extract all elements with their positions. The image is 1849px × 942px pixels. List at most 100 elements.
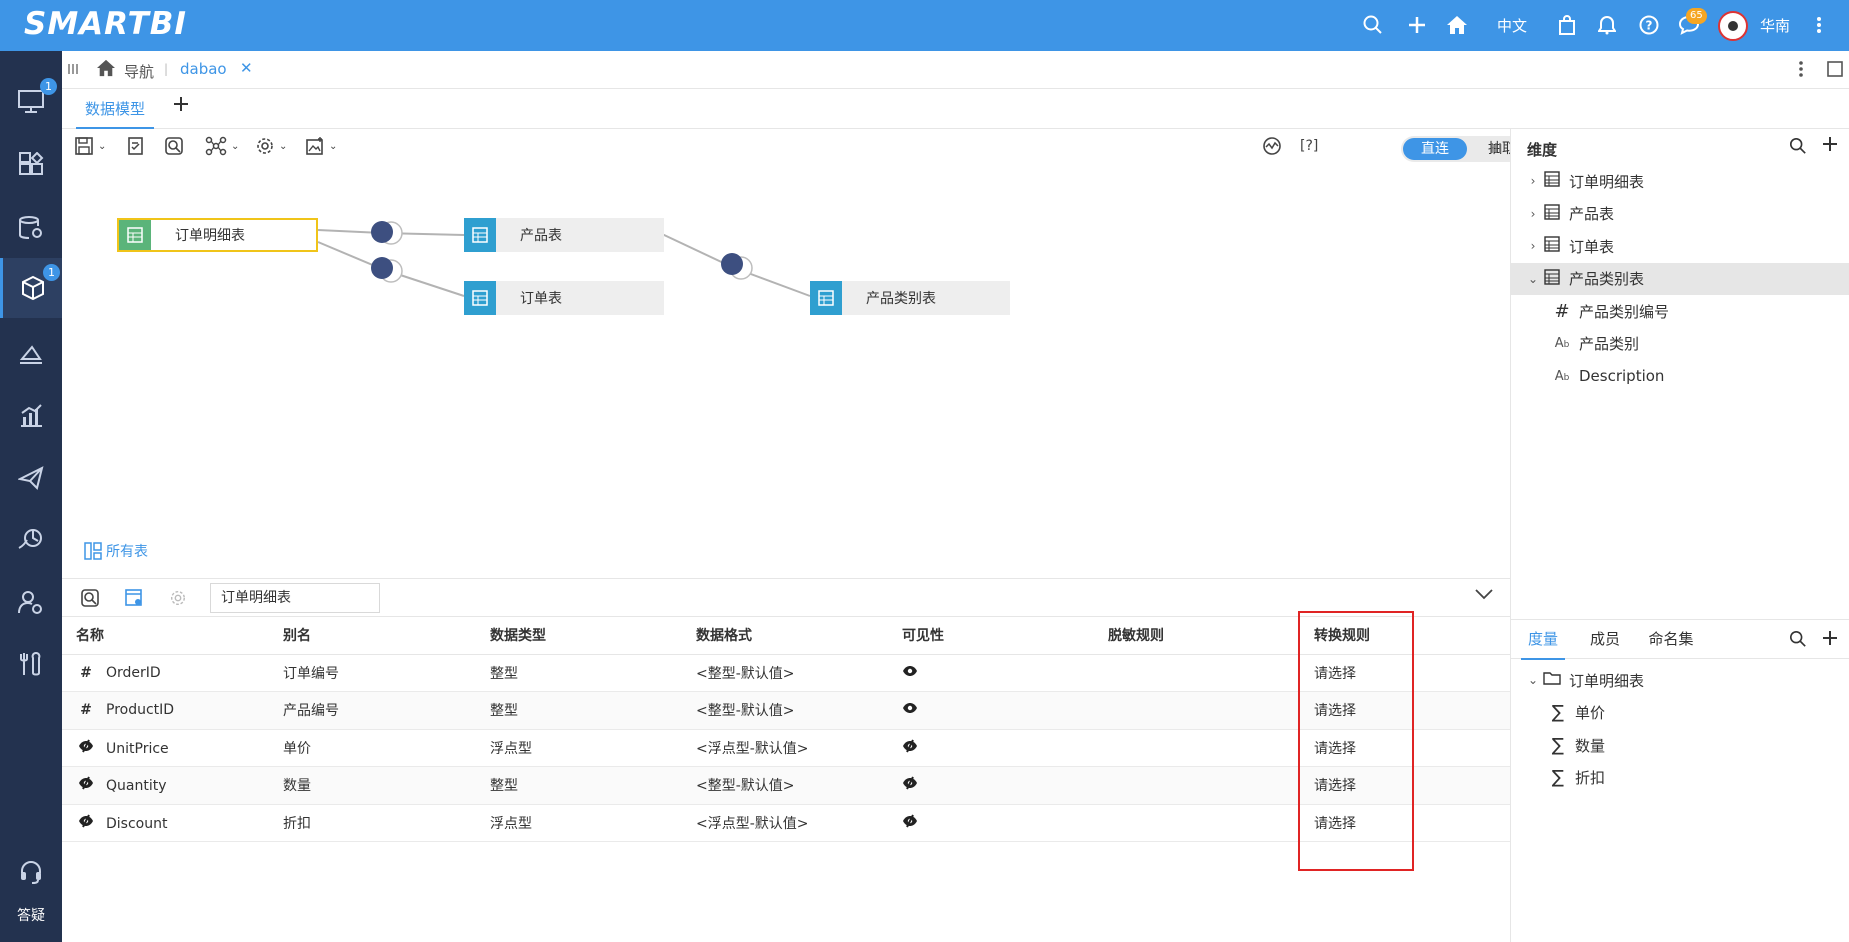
tree-field-item[interactable]: Ab Description bbox=[1511, 360, 1849, 392]
tab-data-model[interactable]: 数据模型 bbox=[76, 89, 154, 129]
visibility-cell[interactable] bbox=[888, 729, 1094, 767]
chevron-right-icon[interactable]: › bbox=[1525, 207, 1541, 221]
visibility-cell[interactable] bbox=[888, 804, 1094, 842]
table-node-order-detail[interactable]: 订单明细表 bbox=[117, 218, 318, 252]
sidebar-item-database[interactable] bbox=[0, 198, 62, 258]
eye-icon[interactable] bbox=[902, 665, 918, 681]
model-canvas[interactable]: ⌄ ⌄ ⌄ ⌄ [?] 直连 抽取 订单明细表 产品表 订单表 产品类别表 所有… bbox=[62, 129, 1535, 578]
table-row[interactable]: # OrderID 订单编号 整型 <整型-默认值> 请选择 bbox=[62, 654, 1510, 692]
table-settings-icon[interactable] bbox=[122, 586, 146, 610]
alias-cell[interactable]: 订单编号 bbox=[269, 654, 476, 692]
user-name[interactable]: 华南 bbox=[1760, 15, 1790, 36]
data-type-cell[interactable]: 整型 bbox=[476, 691, 682, 730]
chevron-down-icon[interactable] bbox=[1474, 587, 1494, 605]
search-icon[interactable] bbox=[1789, 630, 1807, 652]
chevron-right-icon[interactable]: › bbox=[1525, 239, 1541, 253]
eye-slash-icon[interactable] bbox=[902, 776, 918, 794]
mask-rule-cell[interactable] bbox=[1094, 729, 1300, 767]
sidebar-item-widgets[interactable] bbox=[0, 135, 62, 195]
mask-rule-cell[interactable] bbox=[1094, 804, 1300, 842]
tree-measure-item[interactable]: ∑ 单价 bbox=[1511, 697, 1849, 729]
mask-rule-cell[interactable] bbox=[1094, 766, 1300, 805]
sidebar-item-analysis[interactable] bbox=[0, 324, 62, 384]
all-tables-button[interactable]: 所有表 bbox=[84, 541, 148, 561]
home-icon[interactable] bbox=[1442, 10, 1472, 40]
search-icon[interactable] bbox=[1358, 10, 1388, 40]
tab-named-set[interactable]: 命名集 bbox=[1641, 620, 1701, 660]
more-vertical-icon[interactable] bbox=[1804, 10, 1834, 40]
help-label[interactable]: 答疑 bbox=[0, 905, 62, 925]
alias-cell[interactable]: 产品编号 bbox=[269, 691, 476, 730]
convert-rule-cell[interactable]: 请选择 bbox=[1300, 654, 1510, 692]
app-logo[interactable]: SMARTBI bbox=[24, 6, 187, 42]
nav-tab-home[interactable]: 导航 bbox=[124, 61, 154, 82]
table-row[interactable]: Discount 折扣 浮点型 <浮点型-默认值> 请选择 bbox=[62, 804, 1510, 842]
visibility-cell[interactable] bbox=[888, 691, 1094, 730]
tree-field-item[interactable]: Ab 产品类别 bbox=[1511, 328, 1849, 360]
add-icon[interactable] bbox=[1821, 135, 1839, 157]
table-node-product[interactable]: 产品表 bbox=[464, 218, 664, 252]
sidebar-item-user-settings[interactable] bbox=[0, 572, 62, 632]
search-icon[interactable] bbox=[1789, 137, 1807, 159]
table-row[interactable]: # ProductID 产品编号 整型 <整型-默认值> 请选择 bbox=[62, 691, 1510, 730]
eye-slash-icon[interactable] bbox=[902, 814, 918, 832]
alias-cell[interactable]: 单价 bbox=[269, 729, 476, 767]
tab-measure[interactable]: 度量 bbox=[1521, 620, 1565, 660]
sidebar-item-data-model[interactable]: 1 bbox=[0, 258, 62, 318]
tree-table-item[interactable]: ⌄ 产品类别表 bbox=[1511, 262, 1849, 295]
gear-icon[interactable] bbox=[166, 586, 190, 610]
tree-table-item[interactable]: › 订单表 bbox=[1511, 230, 1849, 262]
language-switch[interactable]: 中文 bbox=[1497, 15, 1527, 36]
more-vertical-icon[interactable] bbox=[1798, 60, 1804, 82]
data-type-cell[interactable]: 浮点型 bbox=[476, 729, 682, 767]
data-type-cell[interactable]: 整型 bbox=[476, 654, 682, 692]
sidebar-item-screen[interactable]: 1 bbox=[0, 72, 62, 132]
add-icon[interactable] bbox=[1402, 10, 1432, 40]
convert-rule-cell[interactable]: 请选择 bbox=[1300, 766, 1510, 805]
add-tab-icon[interactable] bbox=[172, 95, 190, 117]
alias-cell[interactable]: 数量 bbox=[269, 766, 476, 805]
headset-icon[interactable] bbox=[0, 852, 62, 892]
chevron-right-icon[interactable]: › bbox=[1525, 174, 1541, 188]
table-name-field[interactable]: 订单明细表 bbox=[210, 583, 380, 613]
convert-rule-cell[interactable]: 请选择 bbox=[1300, 729, 1510, 767]
nav-tab-dabao[interactable]: dabao bbox=[180, 60, 227, 78]
tree-folder-item[interactable]: ⌄ 订单明细表 bbox=[1511, 664, 1849, 696]
data-format-cell[interactable]: <浮点型-默认值> bbox=[682, 729, 888, 767]
eye-slash-icon[interactable] bbox=[902, 739, 918, 757]
collapse-icon[interactable] bbox=[68, 62, 78, 80]
sidebar-item-chart[interactable] bbox=[0, 386, 62, 446]
eye-icon[interactable] bbox=[902, 702, 918, 718]
mask-rule-cell[interactable] bbox=[1094, 691, 1300, 730]
close-tab-icon[interactable]: ✕ bbox=[240, 59, 253, 77]
user-avatar[interactable] bbox=[1718, 11, 1748, 41]
tree-table-item[interactable]: › 订单明细表 bbox=[1511, 165, 1849, 197]
convert-rule-cell[interactable]: 请选择 bbox=[1300, 804, 1510, 842]
data-format-cell[interactable]: <整型-默认值> bbox=[682, 766, 888, 805]
sidebar-item-tools[interactable] bbox=[0, 634, 62, 694]
table-node-order[interactable]: 订单表 bbox=[464, 281, 664, 315]
table-row[interactable]: UnitPrice 单价 浮点型 <浮点型-默认值> 请选择 bbox=[62, 729, 1510, 767]
tree-field-item[interactable]: # 产品类别编号 bbox=[1511, 295, 1849, 327]
mask-rule-cell[interactable] bbox=[1094, 654, 1300, 692]
maximize-icon[interactable] bbox=[1826, 60, 1844, 82]
data-format-cell[interactable]: <整型-默认值> bbox=[682, 654, 888, 692]
sidebar-item-monitor[interactable] bbox=[0, 510, 62, 570]
tree-measure-item[interactable]: ∑ 数量 bbox=[1511, 729, 1849, 761]
add-icon[interactable] bbox=[1821, 629, 1839, 651]
chevron-down-icon[interactable]: ⌄ bbox=[1525, 272, 1541, 286]
data-type-cell[interactable]: 浮点型 bbox=[476, 804, 682, 842]
visibility-cell[interactable] bbox=[888, 654, 1094, 692]
tab-member[interactable]: 成员 bbox=[1583, 620, 1627, 660]
table-row[interactable]: Quantity 数量 整型 <整型-默认值> 请选择 bbox=[62, 766, 1510, 805]
tree-measure-item[interactable]: ∑ 折扣 bbox=[1511, 762, 1849, 794]
visibility-cell[interactable] bbox=[888, 766, 1094, 805]
sidebar-item-publish[interactable] bbox=[0, 448, 62, 508]
data-format-cell[interactable]: <浮点型-默认值> bbox=[682, 804, 888, 842]
help-icon[interactable]: ? bbox=[1634, 10, 1664, 40]
data-type-cell[interactable]: 整型 bbox=[476, 766, 682, 805]
data-format-cell[interactable]: <整型-默认值> bbox=[682, 691, 888, 730]
bell-icon[interactable] bbox=[1592, 10, 1622, 40]
bag-icon[interactable] bbox=[1552, 10, 1582, 40]
chevron-down-icon[interactable]: ⌄ bbox=[1525, 673, 1541, 687]
